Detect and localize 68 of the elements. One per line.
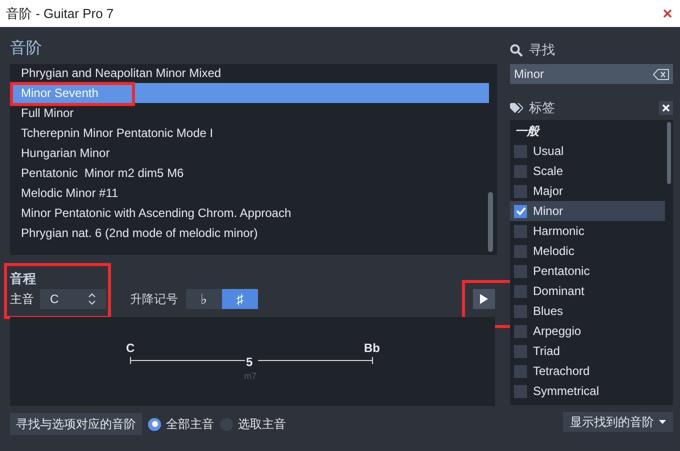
tag-label[interactable]: Harmonic [533,222,584,240]
section-heading: 音阶 [10,38,43,59]
search-icon [510,44,523,56]
scale-list-item[interactable]: Phrygian and Neapolitan Minor Mixed [10,64,489,83]
tag-label[interactable]: Dominant [533,282,584,300]
tonic-label: 主音 [10,291,34,308]
checkbox[interactable] [514,144,527,158]
checkbox[interactable] [514,264,527,278]
checkbox[interactable] [514,364,527,378]
checkbox[interactable] [514,224,527,238]
search-field[interactable]: Minor [510,64,673,84]
note-label: C [126,340,135,357]
note-label: Bb [364,340,380,357]
interval-number: 5 [246,354,253,371]
play-button[interactable] [473,289,495,309]
tag-group-header: 一般 [514,123,542,140]
scale-list-item[interactable]: Full Minor [10,103,489,123]
tag-label[interactable]: Pentatonic [533,262,590,280]
tag-label[interactable]: Minor [533,202,564,220]
section-heading: 音程 [10,270,37,287]
checkbox[interactable] [514,324,527,338]
scale-list-item[interactable]: Hungarian Minor [10,143,489,163]
spinner-icon [88,293,96,305]
radio-label: 全部主音 [166,416,214,433]
tag-label[interactable]: Triad [533,342,560,360]
caret-icon [659,420,666,424]
radio-button[interactable] [148,418,161,430]
tag-label[interactable]: Tetrachord [533,362,590,380]
tag-label[interactable]: Arpeggio [533,322,582,340]
interval-name: m7 [244,370,257,383]
close-tags-button[interactable] [659,101,673,115]
scale-list-item[interactable]: Melodic Minor #11 [10,183,489,203]
checkbox[interactable] [514,344,527,358]
checkbox[interactable] [514,204,527,218]
checkbox[interactable] [514,384,527,398]
clear-icon[interactable] [653,68,669,80]
checkbox[interactable] [514,304,527,318]
tag-label[interactable]: Usual [533,142,564,160]
tag-label[interactable]: Melodic [533,242,574,260]
scale-list-item[interactable]: Phrygian nat. 6 (2nd mode of melodic minor) [10,223,489,243]
tag-label[interactable]: Blues [533,302,564,320]
tonic-select[interactable]: C [40,289,106,309]
search-heading: 寻找 [529,41,555,60]
checkbox[interactable] [514,244,527,258]
scale-list-item[interactable]: Minor Pentatonic with Ascending Chrom. Approach [10,203,489,223]
scrollbar-thumb[interactable] [488,192,493,252]
scale-list-item[interactable]: Pentatonic Minor m2 dim5 M6 [10,163,489,183]
window-title: 音阶 - Guitar Pro 7 [6,4,114,23]
play-icon [480,294,488,304]
checkbox[interactable] [514,284,527,298]
tonic-value: C [50,291,59,308]
close-icon[interactable] [663,9,672,18]
tag-label[interactable]: Symmetrical [533,382,600,400]
accidental-toggle[interactable]: ♭ [186,289,222,309]
scale-list-item[interactable]: Tcherepnin Minor Pentatonic Mode I [10,123,489,143]
accidentals-label: 升降记号 [130,291,178,308]
checkbox[interactable] [514,164,527,178]
tag-label[interactable]: Major [533,182,564,200]
show-found-scales-button[interactable]: 显示找到的音阶 [563,412,673,432]
scrollbar-thumb[interactable] [667,122,671,184]
find-scales-button[interactable]: 寻找与选项对应的音阶 [10,413,142,435]
radio-label: 选取主音 [238,416,286,433]
close-icon [662,104,670,112]
search-value: Minor [514,66,544,83]
tags-heading: 标签 [529,99,555,118]
checkbox[interactable] [514,184,527,198]
tag-icon [510,102,523,114]
tag-label[interactable]: Scale [533,162,564,180]
